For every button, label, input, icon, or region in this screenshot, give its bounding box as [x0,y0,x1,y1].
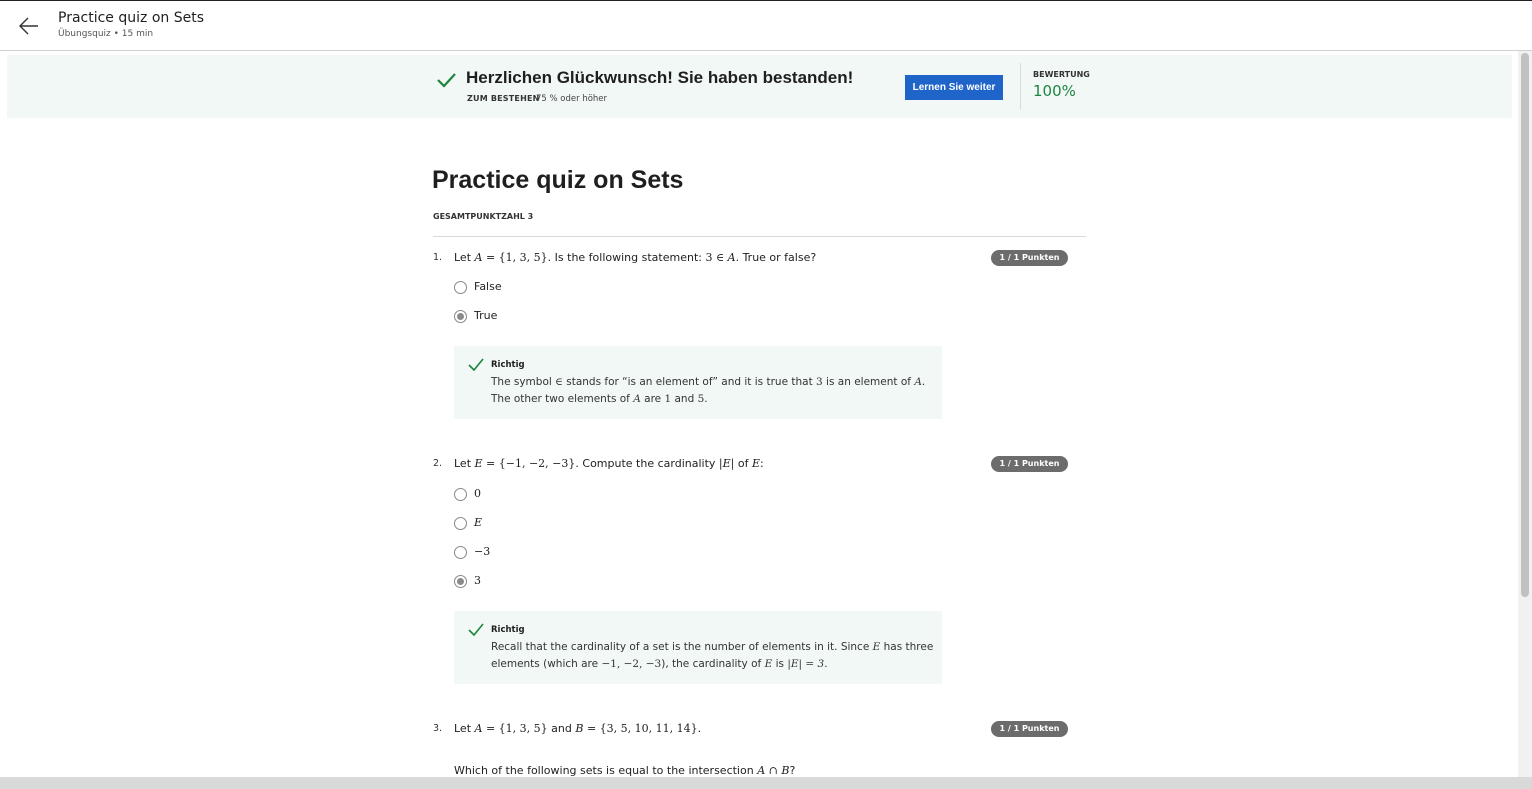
math-expr: ∈ [555,376,563,388]
option-label: 3 [474,574,481,587]
arrow-left-icon [19,17,38,35]
success-banner: Herzlichen Glückwunsch! Sie haben bestan… [7,55,1512,118]
section-divider [433,236,1086,237]
feedback-label: Richtig [491,625,525,635]
option-label: −3 [474,545,491,558]
scrollbar-thumb[interactable] [1521,53,1529,597]
question-number: 3. [433,723,443,734]
continue-learning-button[interactable]: Lernen Sie weiter [905,75,1003,100]
total-points: GESAMTPUNKTZAHL 3 [433,212,534,221]
fb-part: The other two elements of [491,393,634,405]
check-icon [437,73,456,88]
math-expr: 3 ∈ [705,251,728,264]
fb-part: is [772,658,788,670]
option-label: E [474,516,483,529]
feedback-text: The symbol ∈ stands for “is an element o… [491,376,925,388]
option-label: False [474,280,502,293]
feedback-text: Recall that the cardinality of a set is … [491,641,933,653]
fb-part: The symbol [491,376,556,388]
feedback-text: The other two elements of A are 1 and 5. [491,393,708,405]
radio-button[interactable] [454,488,467,501]
math-var: E [474,457,483,470]
page-header: Practice quiz on Sets Übungsquiz • 15 mi… [0,1,1532,51]
check-icon [468,623,484,637]
radio-button-selected[interactable] [454,575,467,588]
q-text-part: and [547,722,576,735]
q-text-part: . True or false? [735,251,817,264]
check-icon [468,358,484,372]
banner-divider [1020,63,1021,110]
radio-button[interactable] [454,517,467,530]
question-number: 1. [433,252,443,263]
pass-value: 75 % oder höher [536,94,608,104]
math-expr: −1, −2, −3 [601,658,662,670]
feedback-label: Richtig [491,360,525,370]
q-text-part: Let [454,457,475,470]
radio-button-selected[interactable] [454,310,467,323]
math-expr: = {3, 5, 10, 11, 14} [583,722,698,735]
math-expr: |E| [718,457,735,470]
header-title: Practice quiz on Sets [58,10,204,26]
feedback-box: Richtig Recall that the cardinality of a… [454,611,942,684]
radio-button[interactable] [454,281,467,294]
question-subtext: Which of the following sets is equal to … [454,764,795,777]
q-text-part: of [734,457,752,470]
math-expr: 3 [816,376,823,388]
question-text: Let A = {1, 3, 5} and B = {3, 5, 10, 11,… [454,722,701,735]
math-expr: |E| = 3 [787,658,825,670]
feedback-box: Richtig The symbol ∈ stands for “is an e… [454,346,942,419]
math-var: A [727,251,736,264]
q-text-part: . Is the following statement: [547,251,706,264]
option-label: 0 [474,487,481,500]
option-label: True [474,309,498,322]
feedback-text: elements (which are −1, −2, −3), the car… [491,658,828,670]
points-badge: 1 / 1 Punkten [991,250,1068,266]
fb-part: stands for “is an element of” and it is … [562,376,817,388]
q-text-part: Let [454,251,475,264]
fb-part: ), the cardinality of [661,658,765,670]
points-badge: 1 / 1 Punkten [991,456,1068,472]
fb-part: is an element of [822,376,915,388]
fb-part: elements (which are [491,658,602,670]
math-var: A [633,393,641,405]
pass-label: ZUM BESTEHEN [467,94,540,103]
grade-value: 100% [1033,82,1076,100]
horizontal-scrollbar[interactable] [0,777,1532,789]
q-text-part: . Compute the cardinality [575,457,719,470]
back-button[interactable] [16,15,42,37]
math-var: A [914,376,922,388]
q-text-part: Let [454,722,475,735]
fb-part: are [640,393,665,405]
banner-title: Herzlichen Glückwunsch! Sie haben bestan… [466,68,854,87]
math-expr: = {−1, −2, −3} [482,457,576,470]
q-text-part: : [759,457,764,470]
fb-part: . [921,376,926,388]
fb-part: and [671,393,698,405]
math-expr: = {1, 3, 5} [482,251,548,264]
header-subtitle: Übungsquiz • 15 min [58,29,154,39]
points-badge: 1 / 1 Punkten [991,721,1068,737]
math-expr: A ∩ B [757,764,790,777]
fb-part: Recall that the cardinality of a set is … [491,641,873,653]
grade-label: BEWERTUNG [1033,70,1090,79]
question-text: Let E = {−1, −2, −3}. Compute the cardin… [454,457,764,470]
question-number: 2. [433,458,443,469]
fb-part: . [704,393,708,405]
question-text: Let A = {1, 3, 5}. Is the following stat… [454,251,816,264]
radio-button[interactable] [454,546,467,559]
quiz-title: Practice quiz on Sets [432,166,684,194]
q-text-part: . [697,722,702,735]
math-var: E [751,457,760,470]
fb-part: has three [880,641,934,653]
math-expr: = {1, 3, 5} [482,722,548,735]
q-text-part: Which of the following sets is equal to … [454,764,758,777]
q-text-part: ? [789,764,796,777]
fb-part: . [824,658,828,670]
